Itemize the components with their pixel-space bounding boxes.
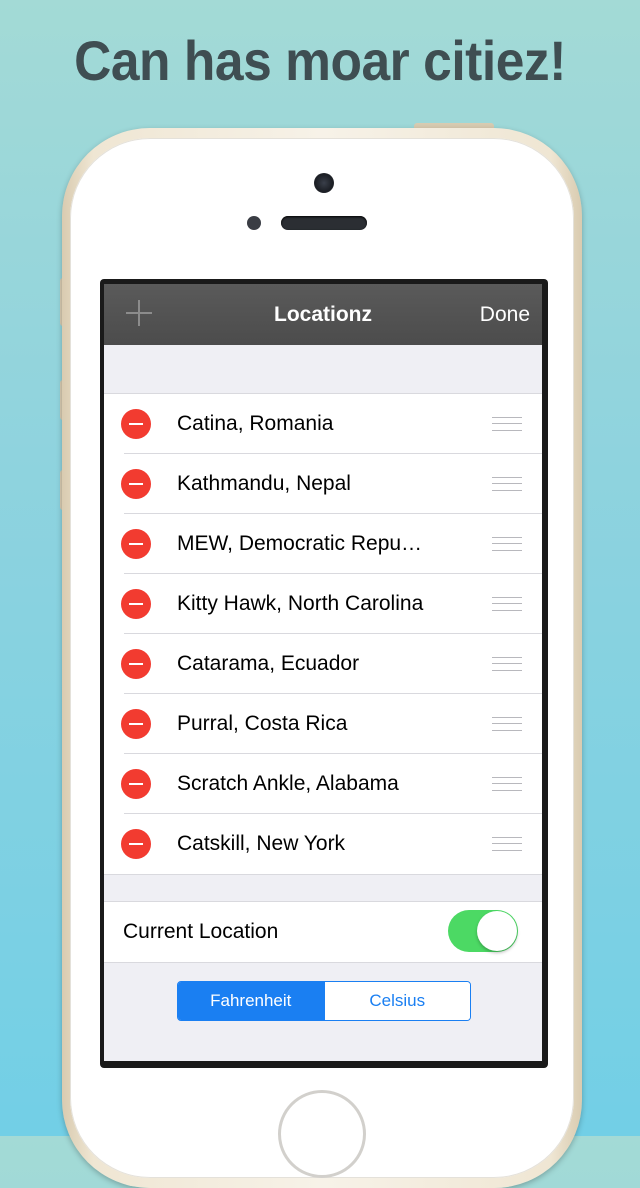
reorder-icon[interactable] xyxy=(492,417,522,431)
delete-icon[interactable] xyxy=(121,709,151,739)
units-option-fahrenheit[interactable]: Fahrenheit xyxy=(178,982,324,1020)
delete-icon[interactable] xyxy=(121,469,151,499)
list-item[interactable]: Kathmandu, Nepal xyxy=(104,454,542,514)
proximity-sensor xyxy=(247,216,261,230)
reorder-icon[interactable] xyxy=(492,537,522,551)
location-name: MEW, Democratic Repu… xyxy=(177,532,423,555)
nav-title: Locationz xyxy=(274,303,372,326)
location-name: Catina, Romania xyxy=(177,412,334,435)
delete-icon[interactable] xyxy=(121,769,151,799)
toggle-knob xyxy=(477,911,517,951)
location-name: Kathmandu, Nepal xyxy=(177,472,351,495)
front-camera xyxy=(314,173,334,193)
earpiece-speaker xyxy=(281,216,367,230)
location-name: Catarama, Ecuador xyxy=(177,652,360,675)
delete-icon[interactable] xyxy=(121,529,151,559)
current-location-label: Current Location xyxy=(123,920,279,943)
list-item[interactable]: Kitty Hawk, North Carolina xyxy=(104,574,542,634)
reorder-icon[interactable] xyxy=(492,777,522,791)
units-option-celsius[interactable]: Celsius xyxy=(323,982,470,1020)
list-item[interactable]: Catina, Romania xyxy=(104,394,542,454)
done-button[interactable]: Done xyxy=(480,284,530,345)
location-name: Kitty Hawk, North Carolina xyxy=(177,592,424,615)
delete-icon[interactable] xyxy=(121,589,151,619)
current-location-toggle[interactable] xyxy=(448,910,518,952)
delete-icon[interactable] xyxy=(121,829,151,859)
location-name: Scratch Ankle, Alabama xyxy=(177,772,399,795)
reorder-icon[interactable] xyxy=(492,717,522,731)
list-item[interactable]: Catskill, New York xyxy=(104,814,542,874)
home-button xyxy=(278,1090,366,1178)
location-name: Catskill, New York xyxy=(177,832,346,855)
app-screen: Locationz Done Catina, Romania Kathmandu,… xyxy=(104,284,542,1061)
reorder-icon[interactable] xyxy=(492,657,522,671)
reorder-icon[interactable] xyxy=(492,837,522,851)
list-item[interactable]: Catarama, Ecuador xyxy=(104,634,542,694)
list-item[interactable]: Purral, Costa Rica xyxy=(104,694,542,754)
reorder-icon[interactable] xyxy=(492,477,522,491)
list-item[interactable]: Scratch Ankle, Alabama xyxy=(104,754,542,814)
units-segmented-control: Fahrenheit Celsius xyxy=(177,981,471,1021)
delete-icon[interactable] xyxy=(121,409,151,439)
reorder-icon[interactable] xyxy=(492,597,522,611)
current-location-row: Current Location xyxy=(104,901,542,963)
headline: Can has moar citiez! xyxy=(74,29,566,92)
navigation-bar: Locationz Done xyxy=(104,284,542,345)
delete-icon[interactable] xyxy=(121,649,151,679)
location-name: Purral, Costa Rica xyxy=(177,712,348,735)
list-item[interactable]: MEW, Democratic Repu… xyxy=(104,514,542,574)
locations-list: Catina, Romania Kathmandu, Nepal MEW, Demo… xyxy=(104,393,542,875)
